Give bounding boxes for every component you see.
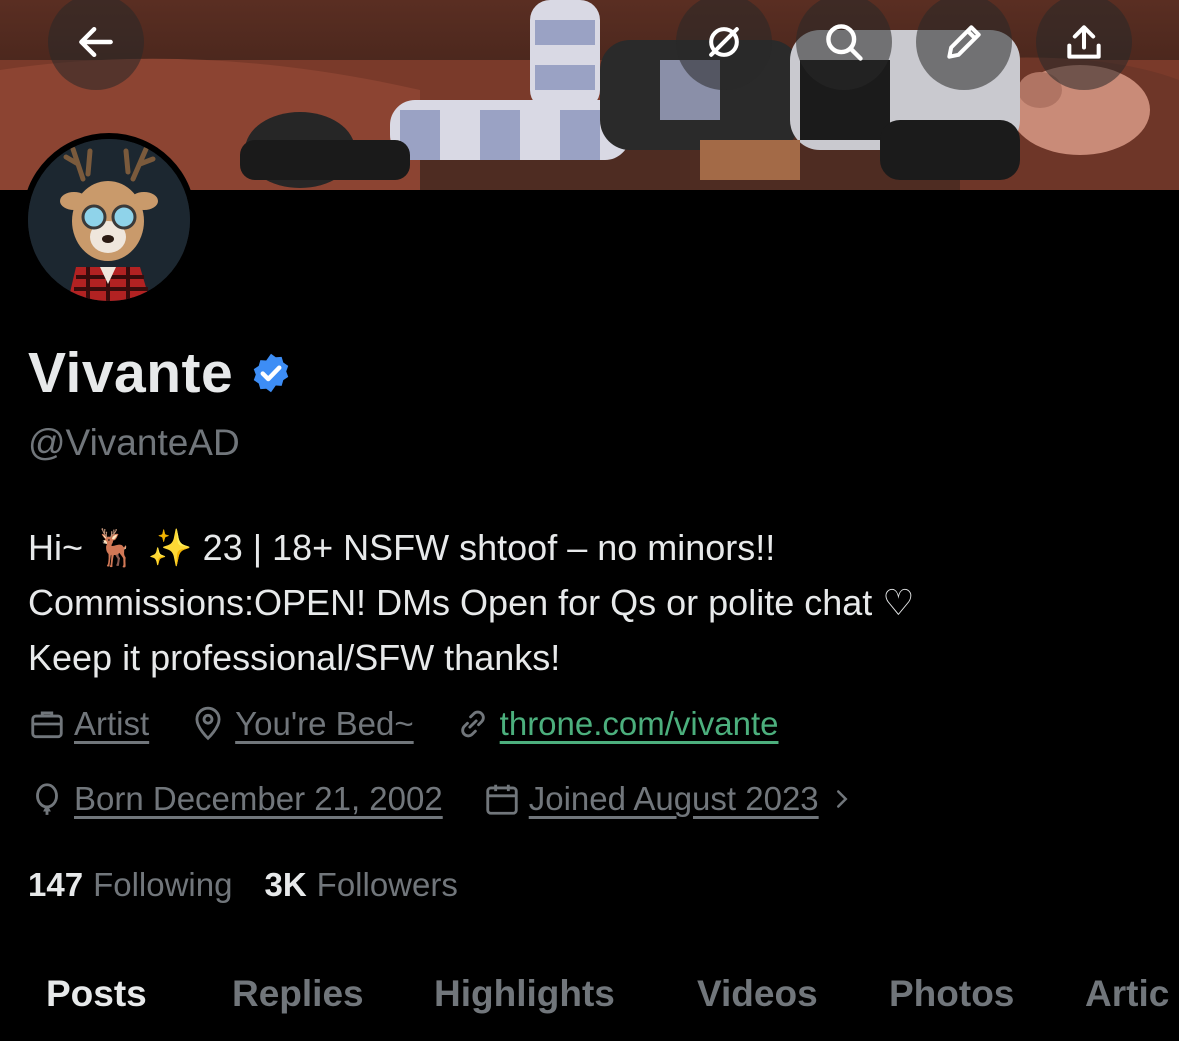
search-icon bbox=[826, 24, 863, 61]
bio-line: Commissions:OPEN! DMs Open for Qs or pol… bbox=[28, 582, 915, 623]
user-handle: @VivanteAD bbox=[28, 422, 240, 463]
bio-line: Keep it professional/SFW thanks! bbox=[28, 637, 561, 678]
location-item[interactable]: You're Bed~ bbox=[189, 705, 414, 743]
following-stat[interactable]: 147 Following bbox=[28, 866, 232, 904]
avatar[interactable] bbox=[22, 133, 196, 307]
followers-count: 3K bbox=[264, 866, 307, 903]
tab-posts[interactable]: Posts bbox=[46, 973, 147, 1015]
tab-photos[interactable]: Photos bbox=[889, 973, 1014, 1015]
link-icon bbox=[460, 710, 485, 738]
briefcase-icon bbox=[31, 711, 63, 739]
verified-badge-icon bbox=[254, 353, 289, 393]
follow-stats: 147 Following 3K Followers bbox=[28, 866, 490, 904]
website-item[interactable]: throne.com/vivante bbox=[454, 705, 779, 743]
balloon-icon bbox=[36, 783, 58, 815]
tab-articles[interactable]: Artic bbox=[1085, 973, 1169, 1015]
profession-label: Artist bbox=[74, 705, 150, 742]
bio: Hi~ 🦌 ✨ 23 | 18+ NSFW shtoof – no minors… bbox=[28, 520, 1158, 685]
share-icon bbox=[1067, 25, 1101, 59]
following-label: Following bbox=[93, 866, 233, 903]
tab-replies[interactable]: Replies bbox=[232, 973, 364, 1015]
arrow-left-icon bbox=[79, 26, 113, 58]
joined-label: Joined August 2023 bbox=[528, 780, 819, 817]
birthday-item: Born December 21, 2002 bbox=[28, 780, 443, 818]
calendar-icon bbox=[486, 784, 518, 815]
display-name: Vivante bbox=[28, 341, 234, 405]
chevron-right-icon bbox=[836, 790, 848, 808]
followers-stat[interactable]: 3K Followers bbox=[264, 866, 457, 904]
joined-item[interactable]: Joined August 2023 bbox=[483, 780, 865, 818]
hide-icon bbox=[709, 27, 739, 57]
website-link[interactable]: throne.com/vivante bbox=[500, 705, 779, 743]
location-label: You're Bed~ bbox=[235, 705, 414, 742]
profile-tabs: Posts Replies Highlights Videos Photos A… bbox=[0, 968, 1179, 1028]
avatar-image bbox=[28, 139, 190, 301]
followers-label: Followers bbox=[316, 866, 458, 903]
profession-item[interactable]: Artist bbox=[28, 705, 149, 743]
tab-highlights[interactable]: Highlights bbox=[434, 973, 615, 1015]
location-pin-icon bbox=[195, 706, 221, 741]
birthday-label: Born December 21, 2002 bbox=[74, 780, 443, 817]
bio-line: Hi~ 🦌 ✨ 23 | 18+ NSFW shtoof – no minors… bbox=[28, 527, 776, 568]
tab-videos[interactable]: Videos bbox=[697, 973, 818, 1015]
following-count: 147 bbox=[28, 866, 84, 903]
edit-icon bbox=[947, 25, 981, 59]
